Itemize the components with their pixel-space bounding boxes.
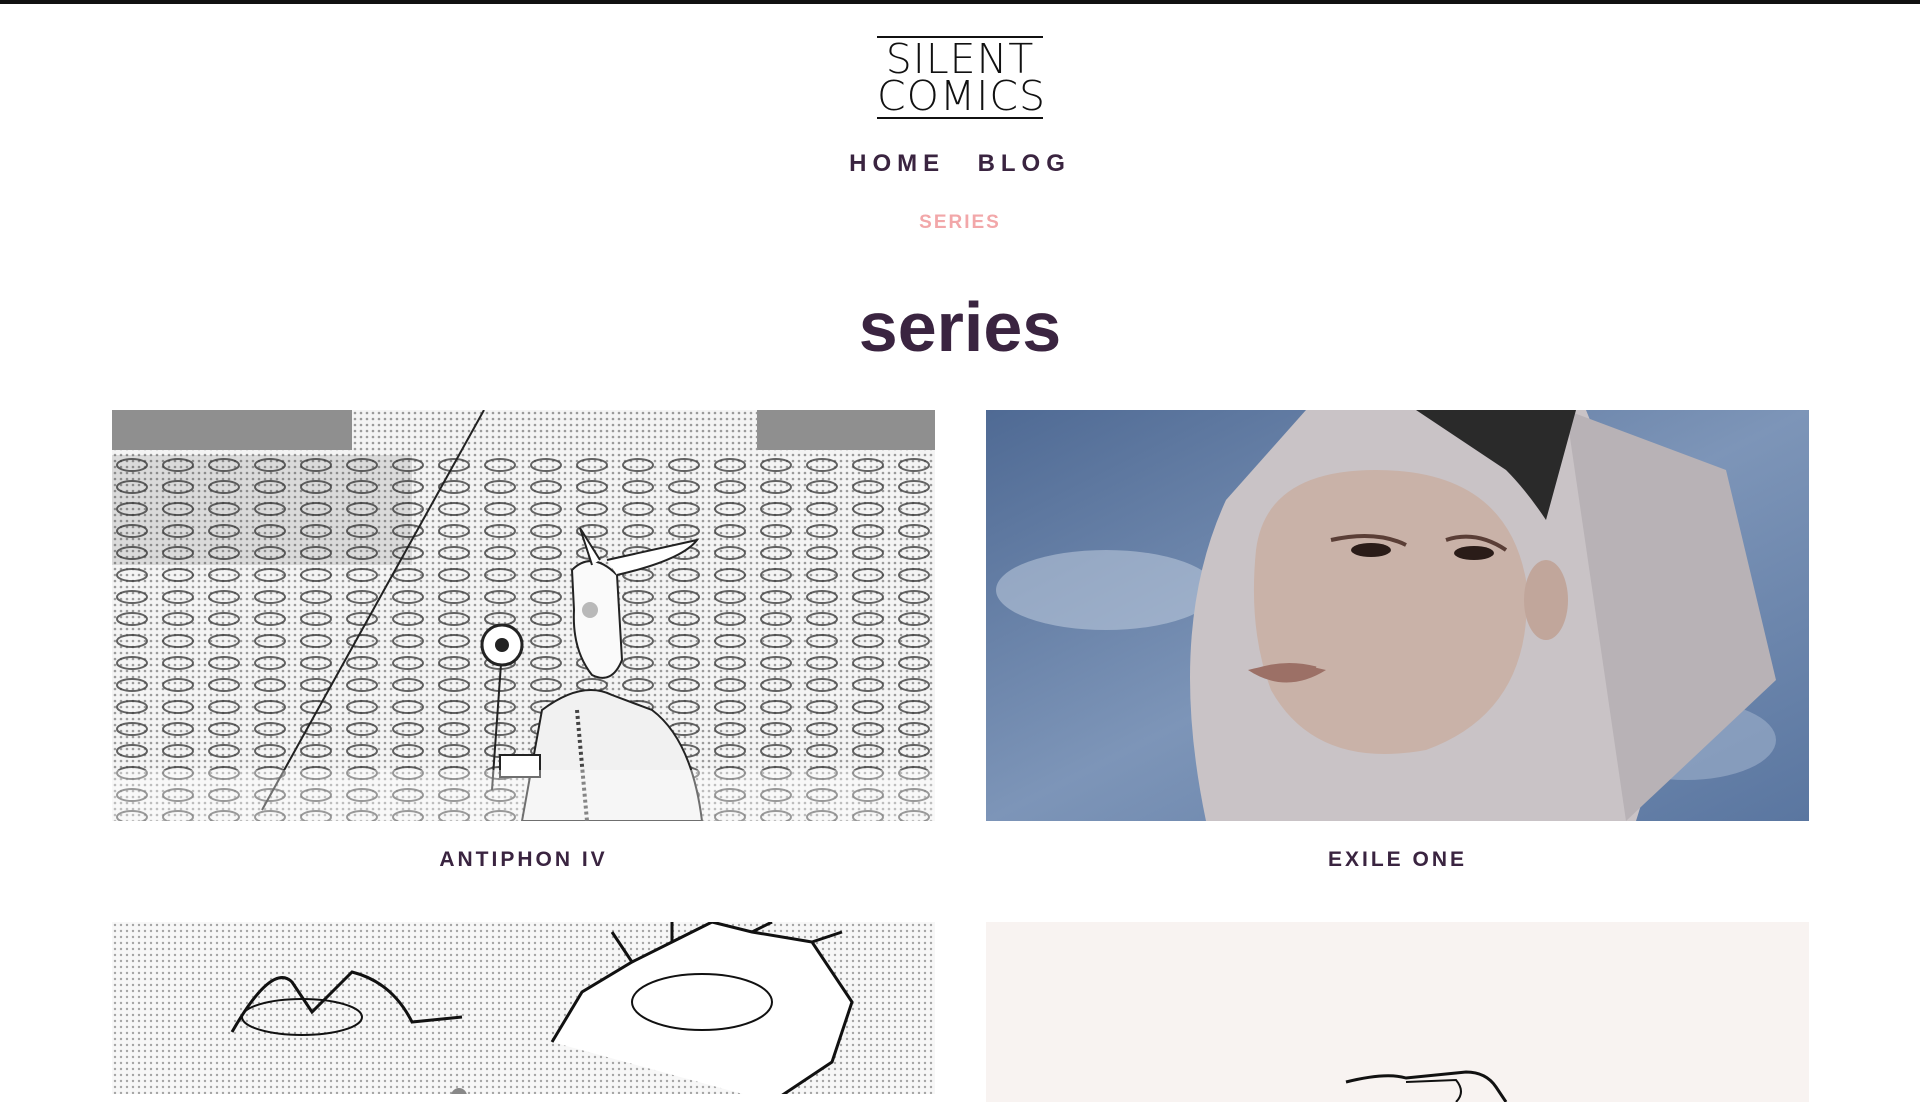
series-thumbnail[interactable] (112, 410, 935, 821)
series-card-3 (112, 922, 935, 1102)
site-logo[interactable]: SILENT COMICS (877, 36, 1047, 120)
series-card-exile-one: EXILE ONE (986, 410, 1809, 872)
series-card-antiphon: ANTIPHON IV (112, 410, 935, 872)
donkey-figure-illustration (112, 410, 935, 821)
series-thumbnail[interactable] (986, 410, 1809, 821)
subnav-series-link[interactable]: SERIES (919, 212, 1001, 233)
series-card-4 (986, 922, 1809, 1102)
series-title-link[interactable]: EXILE ONE (986, 848, 1809, 872)
series-thumbnail[interactable] (986, 922, 1809, 1102)
sub-nav: SERIES (0, 212, 1920, 234)
series-title-link[interactable]: ANTIPHON IV (112, 848, 935, 872)
nav-home-link[interactable]: HOME (849, 150, 945, 177)
top-border (0, 0, 1920, 4)
main-nav: HOME BLOG (0, 150, 1920, 178)
nav-blog-link[interactable]: BLOG (978, 150, 1071, 177)
skeleton-sketch-illustration (112, 922, 935, 1102)
pointing-hand-illustration (986, 922, 1809, 1102)
page-title: series (858, 288, 1062, 366)
veiled-woman-portrait (986, 410, 1809, 821)
logo-line-2: COMICS (877, 72, 1047, 120)
series-thumbnail[interactable] (112, 922, 935, 1102)
